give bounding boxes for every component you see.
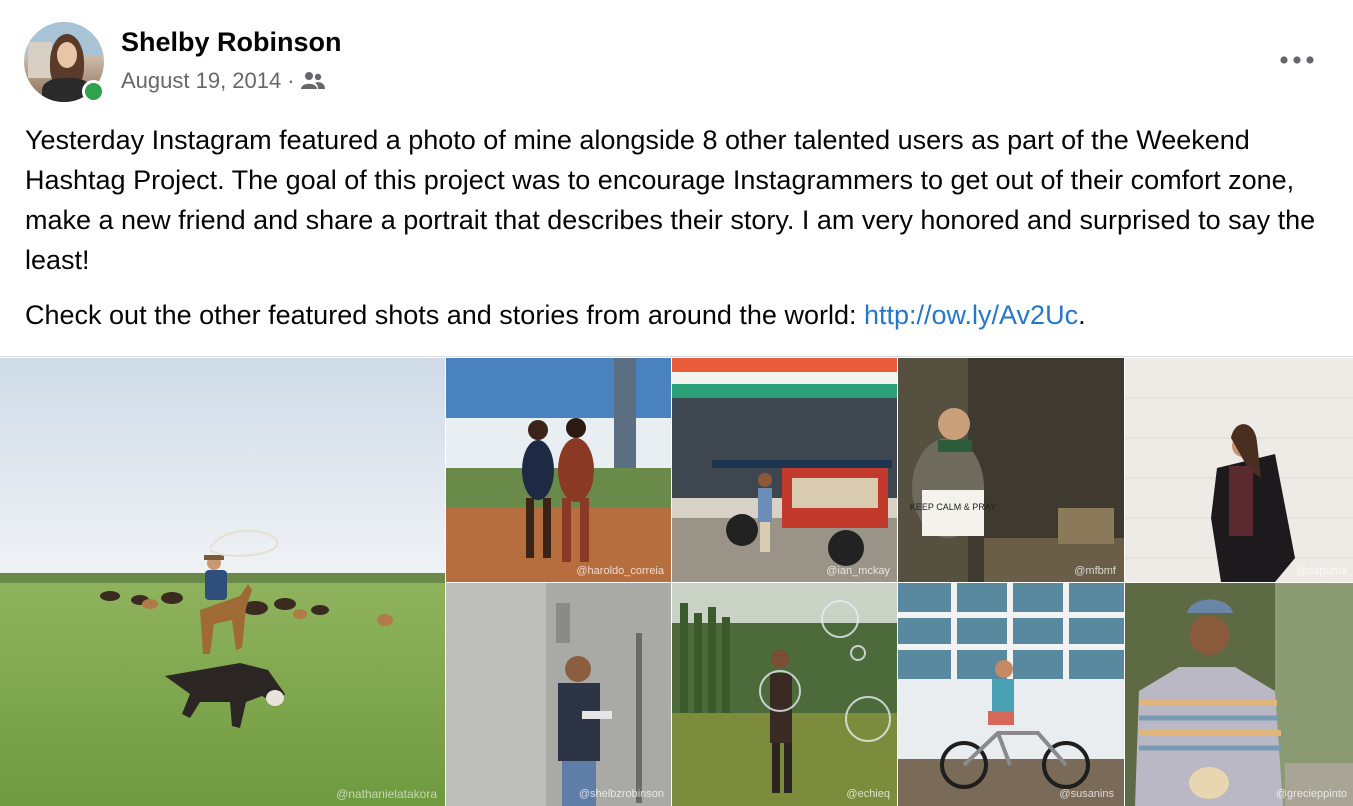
post-header: Shelby Robinson August 19, 2014 · <box>24 22 1329 104</box>
photo-tile-4[interactable]: @dapuma <box>1125 358 1353 582</box>
photo-handle: @shelbzrobinson <box>579 788 664 800</box>
author-name[interactable]: Shelby Robinson <box>121 27 342 58</box>
divider <box>0 356 1353 357</box>
paragraph-2-suffix: . <box>1078 300 1086 330</box>
external-link[interactable]: http://ow.ly/Av2Uc <box>864 300 1078 330</box>
photo-tile-2[interactable]: @ian_mckay <box>672 358 897 582</box>
more-options-button[interactable] <box>1277 48 1317 72</box>
photo-handle: @nathanielatakora <box>336 787 437 801</box>
photo-tile-1[interactable]: @haroldo_correia <box>446 358 671 582</box>
photo-handle: @haroldo_correia <box>576 565 664 577</box>
post-text: Yesterday Instagram featured a photo of … <box>25 120 1335 335</box>
post-meta: August 19, 2014 · <box>121 68 325 94</box>
paragraph-2-text: Check out the other featured shots and s… <box>25 300 864 330</box>
photo-tile-5[interactable]: @shelbzrobinson <box>446 583 671 806</box>
post-paragraph-1: Yesterday Instagram featured a photo of … <box>25 125 1316 275</box>
photo-main[interactable]: @nathanielatakora <box>0 358 445 806</box>
post-date[interactable]: August 19, 2014 <box>121 68 281 94</box>
photo-tile-7[interactable]: @susanins <box>898 583 1124 806</box>
photo-handle: @echieq <box>846 788 890 800</box>
sign-text: KEEP CALM & PRAY <box>910 502 996 512</box>
photo-handle: @grecieppinto <box>1276 788 1347 800</box>
photo-tile-8[interactable]: @grecieppinto <box>1125 583 1353 806</box>
photo-handle: @susanins <box>1059 788 1114 800</box>
photo-handle: @dapuma <box>1296 565 1348 577</box>
online-status-indicator <box>82 80 105 103</box>
photo-collage[interactable]: @nathanielatakora @haroldo_correia @ian_… <box>0 358 1353 806</box>
more-horizontal-icon <box>1280 56 1314 64</box>
post-paragraph-2: Check out the other featured shots and s… <box>25 295 1335 335</box>
photo-tile-6[interactable]: @echieq <box>672 583 897 806</box>
photo-handle: @ian_mckay <box>826 565 890 577</box>
friends-icon[interactable] <box>300 71 325 91</box>
meta-separator: · <box>287 68 295 93</box>
photo-handle: @mfbmf <box>1074 565 1117 577</box>
photo-tile-3[interactable]: KEEP CALM & PRAY @mfbmf <box>898 358 1124 582</box>
avatar[interactable] <box>24 22 105 103</box>
